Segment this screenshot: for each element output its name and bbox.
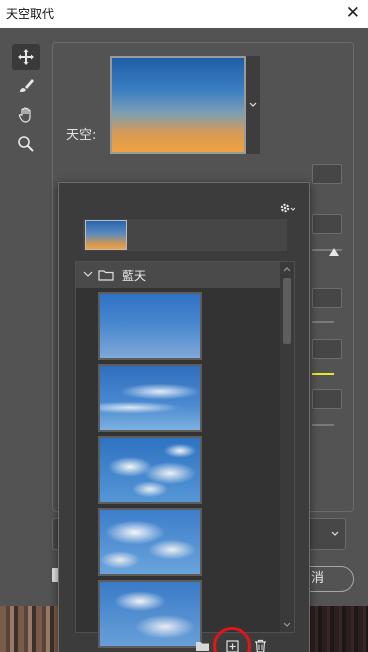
scroll-up-icon[interactable] xyxy=(283,266,291,272)
sky-preset-thumbnail[interactable] xyxy=(98,508,202,576)
trash-icon xyxy=(254,639,266,652)
move-icon xyxy=(18,49,34,65)
preset-list-scrollbar[interactable] xyxy=(280,262,294,632)
preset-group-name: 藍天 xyxy=(122,269,147,283)
sky-dropdown-button[interactable] xyxy=(246,56,260,154)
scroll-down-icon[interactable] xyxy=(283,622,291,628)
brush-icon xyxy=(20,79,34,92)
scrollbar-thumb[interactable] xyxy=(283,278,291,344)
preset-group-header[interactable]: 藍天 xyxy=(76,262,294,288)
sky-preset-picker: 藍天 xyxy=(58,182,310,652)
chevron-down-icon xyxy=(249,102,257,107)
sky-preview-thumbnail[interactable] xyxy=(110,56,246,154)
sky-preset-thumbnail[interactable] xyxy=(98,364,202,432)
dialog: 天空: 消 藍天 xyxy=(0,28,368,652)
gear-icon xyxy=(280,203,296,213)
scale-field[interactable] xyxy=(312,389,342,409)
preset-list[interactable]: 藍天 xyxy=(75,261,295,648)
sky-label: 天空: xyxy=(66,128,97,143)
delete-sky-button[interactable] xyxy=(251,637,269,652)
picker-settings-button[interactable] xyxy=(279,199,296,218)
close-button[interactable]: ✕ xyxy=(346,3,360,23)
temperature-field[interactable] xyxy=(312,339,342,359)
new-group-button[interactable] xyxy=(193,637,211,652)
preset-thumbnails xyxy=(98,292,202,652)
fade-edge-field[interactable] xyxy=(312,214,342,234)
hand-icon xyxy=(18,107,31,123)
move-tool[interactable] xyxy=(12,44,40,70)
tool-column xyxy=(12,44,42,160)
photo-preview-dark-region xyxy=(310,606,368,652)
hand-tool[interactable] xyxy=(12,102,40,128)
zoom-icon xyxy=(18,136,34,152)
folder-icon xyxy=(195,642,209,651)
sky-preset-thumbnail[interactable] xyxy=(98,580,202,648)
temperature-slider[interactable] xyxy=(312,373,334,375)
chevron-down-icon xyxy=(331,531,339,536)
recent-skies-strip xyxy=(83,219,287,251)
sky-preset-thumbnail[interactable] xyxy=(98,292,202,360)
brightness-slider[interactable] xyxy=(312,321,334,323)
recent-sky-thumbnail[interactable] xyxy=(85,220,127,250)
shift-edge-field[interactable] xyxy=(312,164,342,184)
sky-preset-thumbnail[interactable] xyxy=(98,436,202,504)
title-bar: 天空取代 ✕ xyxy=(0,0,368,28)
chevron-down-icon xyxy=(83,271,93,277)
fade-edge-slider-thumb[interactable] xyxy=(329,248,339,256)
brightness-field[interactable] xyxy=(312,288,342,308)
zoom-tool[interactable] xyxy=(12,131,40,157)
scale-slider[interactable] xyxy=(312,424,334,426)
sky-brush-tool[interactable] xyxy=(12,73,40,99)
window-title: 天空取代 xyxy=(6,7,55,21)
folder-icon xyxy=(98,270,114,281)
